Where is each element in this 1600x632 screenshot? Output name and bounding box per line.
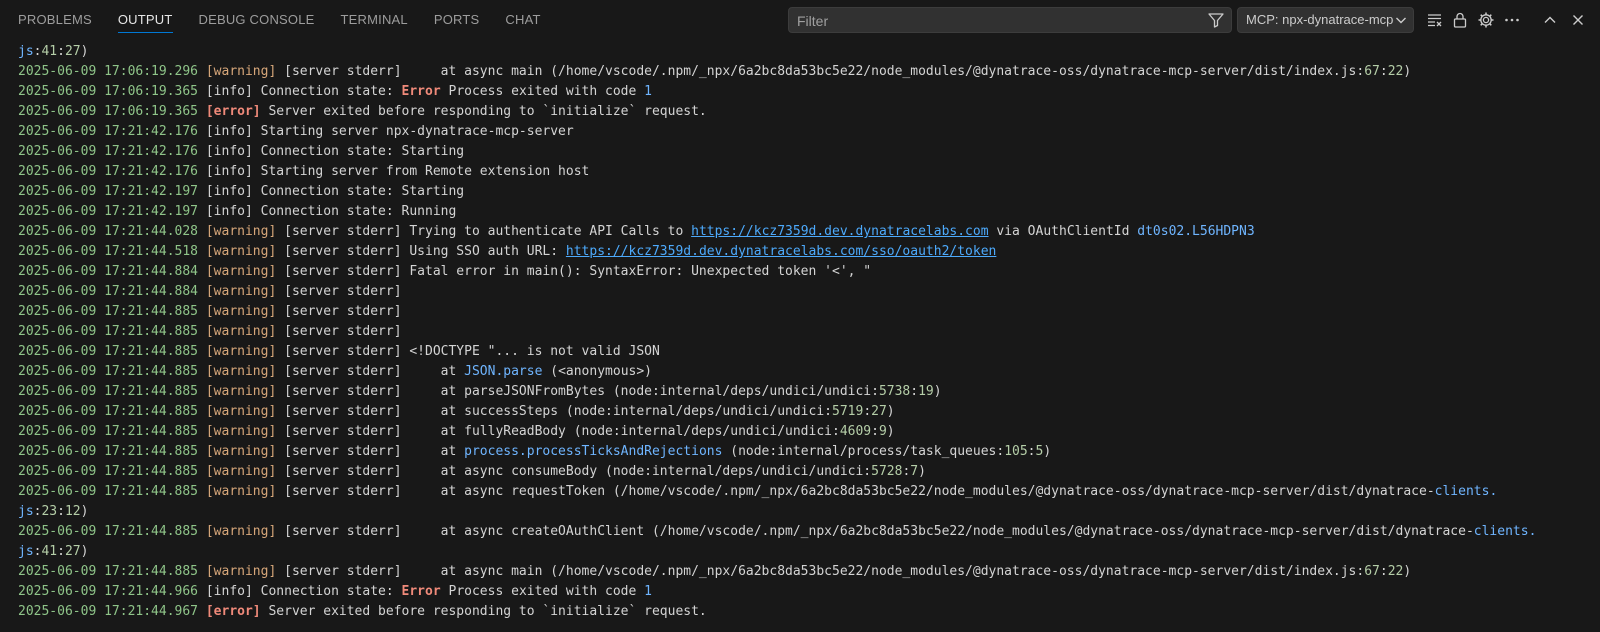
panel-header: PROBLEMS OUTPUT DEBUG CONSOLE TERMINAL PORTS…	[0, 0, 1600, 40]
log-line: 2025-06-09 17:21:44.885 [warning] [serve…	[18, 564, 1412, 579]
close-panel-icon[interactable]	[1569, 11, 1587, 29]
log-line: 2025-06-09 17:21:44.885 [warning] [serve…	[18, 304, 410, 319]
log-line: 2025-06-09 17:21:44.885 [warning] [serve…	[18, 484, 1498, 499]
log-line: 2025-06-09 17:21:42.176 [info] Starting …	[18, 124, 574, 139]
log-line: 2025-06-09 17:21:44.885 [warning] [serve…	[18, 344, 660, 359]
clear-output-icon[interactable]	[1426, 11, 1444, 29]
log-line: 2025-06-09 17:21:44.885 [warning] [serve…	[18, 324, 410, 339]
log-line: 2025-06-09 17:21:42.176 [info] Starting …	[18, 164, 590, 179]
output-channel-label: MCP: npx-dynatrace-mcp-server	[1246, 12, 1394, 27]
log-line: 2025-06-09 17:21:44.885 [warning] [serve…	[18, 444, 1052, 459]
log-line: 2025-06-09 17:21:44.885 [warning] [serve…	[18, 524, 1537, 539]
log-line: 2025-06-09 17:06:19.365 [info] Connectio…	[18, 84, 652, 99]
log-line: js:23:12)	[18, 504, 89, 519]
tab-debug-console[interactable]: DEBUG CONSOLE	[199, 0, 315, 40]
log-line: 2025-06-09 17:21:42.176 [info] Connectio…	[18, 144, 465, 159]
tab-problems[interactable]: PROBLEMS	[18, 0, 92, 40]
log-line: js:41:27)	[18, 44, 89, 59]
filter-icon[interactable]	[1207, 11, 1225, 29]
panel-tabs: PROBLEMS OUTPUT DEBUG CONSOLE TERMINAL PORTS…	[18, 0, 567, 40]
log-line: 2025-06-09 17:06:19.296 [warning] [serve…	[18, 64, 1412, 79]
log-line: 2025-06-09 17:21:44.884 [warning] [serve…	[18, 264, 872, 279]
filter-input[interactable]	[795, 8, 1199, 34]
log-line: 2025-06-09 17:21:44.028 [warning] [serve…	[18, 224, 1255, 239]
log-line: 2025-06-09 17:21:44.885 [warning] [serve…	[18, 464, 926, 479]
log-line: 2025-06-09 17:21:42.197 [info] Connectio…	[18, 204, 457, 219]
log-line: 2025-06-09 17:21:44.885 [warning] [serve…	[18, 424, 895, 439]
tab-output[interactable]: OUTPUT	[117, 0, 173, 40]
log-line: 2025-06-09 17:21:44.885 [warning] [serve…	[18, 364, 652, 379]
tab-chat[interactable]: CHAT	[505, 0, 540, 40]
output-channel-select[interactable]: MCP: npx-dynatrace-mcp-server	[1237, 7, 1414, 33]
log-line: 2025-06-09 17:06:19.365 [error] Server e…	[18, 104, 707, 119]
log-line: 2025-06-09 17:21:44.885 [warning] [serve…	[18, 384, 942, 399]
log-line: 2025-06-09 17:21:44.885 [warning] [serve…	[18, 404, 895, 419]
log-line: 2025-06-09 17:21:42.197 [info] Connectio…	[18, 184, 465, 199]
log-line: 2025-06-09 17:21:44.518 [warning] [serve…	[18, 244, 997, 259]
output-log[interactable]: js:41:27) 2025-06-09 17:06:19.296 [warnin…	[18, 42, 1593, 628]
log-line: 2025-06-09 17:21:44.966 [info] Connectio…	[18, 584, 652, 599]
lock-scroll-icon[interactable]	[1451, 11, 1469, 29]
maximize-panel-icon[interactable]	[1541, 11, 1559, 29]
log-line: 2025-06-09 17:21:44.884 [warning] [serve…	[18, 284, 410, 299]
settings-gear-icon[interactable]	[1477, 11, 1495, 29]
log-line: js:41:27)	[18, 544, 89, 559]
log-line: 2025-06-09 17:21:44.967 [error] Server e…	[18, 604, 707, 619]
more-actions-icon[interactable]	[1503, 11, 1521, 29]
filter-box[interactable]	[788, 7, 1232, 34]
tab-terminal[interactable]: TERMINAL	[341, 0, 408, 40]
tab-ports[interactable]: PORTS	[434, 0, 480, 40]
chevron-down-icon	[1396, 17, 1406, 24]
